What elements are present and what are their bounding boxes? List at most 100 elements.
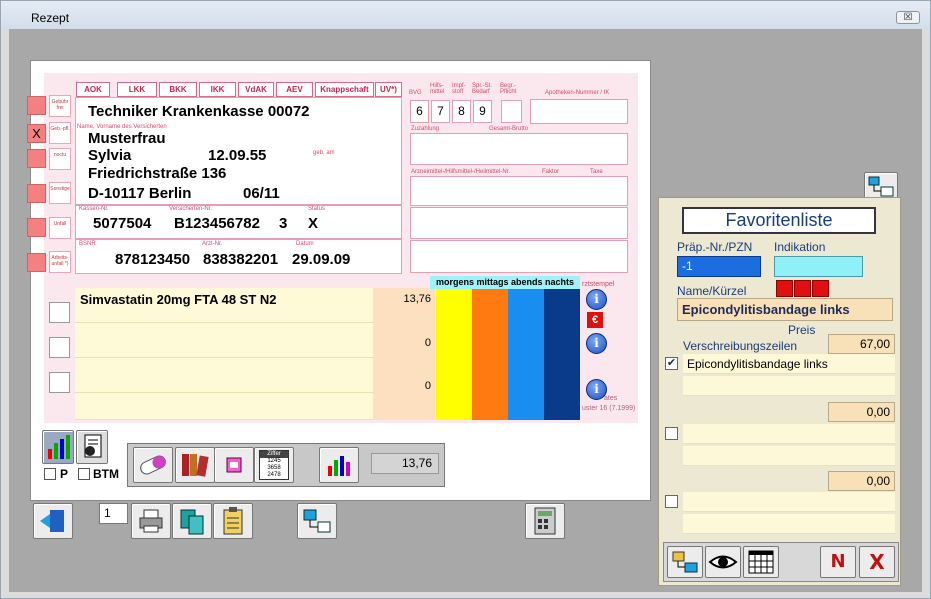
kassen-nr: 5077504	[93, 215, 152, 232]
fav-new-button[interactable]: N	[820, 546, 856, 578]
exit-button[interactable]	[33, 503, 73, 539]
favoriten-toggle-button[interactable]	[864, 172, 898, 200]
gebuehrfrei-checkbox[interactable]	[27, 96, 46, 115]
form-footer: uster 16 (7.1999)	[582, 405, 636, 412]
zeile-3-value[interactable]: 0,00	[828, 471, 895, 491]
med-check-2[interactable]	[49, 337, 70, 358]
zeile-1-text: Epicondylitisbandage links	[687, 357, 828, 371]
chart-toggle-button[interactable]	[42, 430, 74, 464]
name-kuerzel-label: Name/Kürzel	[677, 284, 747, 298]
arzt-nr-label: Arzt-Nr.	[202, 241, 223, 247]
fav-grid-button[interactable]	[743, 546, 779, 578]
clipboard-button[interactable]	[213, 503, 253, 539]
geb-pfl-checkbox[interactable]: X	[27, 124, 46, 143]
preis-value[interactable]: 67,00	[828, 334, 895, 354]
copies-input[interactable]: 1	[99, 503, 128, 524]
dosage-morgens-column[interactable]	[436, 289, 472, 420]
close-icon[interactable]: ☒	[896, 11, 920, 24]
info-icon-3[interactable]: i	[586, 379, 607, 400]
info-icon-2[interactable]: i	[586, 333, 607, 354]
fav-delete-button[interactable]: X	[859, 546, 895, 578]
gueltig-bis: 06/11	[243, 185, 280, 202]
ziffer-value-2: 3658	[267, 465, 281, 471]
pill-button[interactable]	[133, 447, 173, 483]
dosage-abends-column[interactable]	[508, 289, 544, 420]
bsnr: 878123450	[115, 251, 191, 268]
tab-aok: AOK	[76, 82, 110, 97]
status-number: 3	[279, 215, 288, 232]
zeile-3-checkbox[interactable]	[665, 495, 678, 508]
noctu-label: noctu	[49, 148, 71, 170]
indikation-input[interactable]	[774, 256, 863, 277]
red-marker-3[interactable]	[812, 280, 829, 297]
network-icon	[868, 176, 894, 197]
btm-checkbox[interactable]	[78, 468, 90, 480]
arznei-row-3	[410, 240, 628, 273]
fav-view-button[interactable]	[705, 546, 741, 578]
form-footer-2: ates	[604, 395, 618, 402]
preis-label: Preis	[788, 323, 816, 337]
zeile-2-value[interactable]: 0,00	[828, 402, 895, 422]
tab-lkk: LKK	[117, 82, 157, 97]
euro-icon[interactable]: €	[587, 312, 603, 328]
med-row-3[interactable]	[75, 358, 373, 393]
krankenkasse: Techniker Krankenkasse 00072	[88, 103, 310, 120]
praep-input[interactable]: -1	[677, 256, 761, 277]
zeile-1-checkbox[interactable]: ✔	[665, 357, 678, 370]
transfer-button[interactable]	[297, 503, 337, 539]
med-name-1: Simvastatin 20mg FTA 48 ST N2	[80, 292, 277, 307]
med-check-3[interactable]	[49, 372, 70, 393]
zeile-3-line-1[interactable]	[683, 492, 895, 512]
zeile-2-line-1[interactable]	[683, 424, 895, 444]
red-marker-2[interactable]	[794, 280, 811, 297]
ziffer-label: Ziffer	[260, 451, 288, 458]
red-marker-1[interactable]	[776, 280, 793, 297]
document-bug-button[interactable]	[76, 430, 108, 464]
dosage-mittags-column[interactable]	[472, 289, 508, 420]
zeile-3-line-2[interactable]	[683, 514, 895, 534]
ziffer-button[interactable]: Ziffer 1245 3658 2478	[254, 447, 294, 483]
network-icon	[672, 551, 698, 573]
apotheken-label: Apotheken-Nummer / IK	[545, 90, 610, 96]
zeile-1-line-2[interactable]	[683, 376, 895, 396]
tab-ikk: IKK	[199, 82, 236, 97]
arznei-row-1	[410, 176, 628, 206]
arznei-row-2	[410, 207, 628, 239]
zeile-2-line-2[interactable]	[683, 446, 895, 466]
med-row-2[interactable]	[75, 323, 373, 358]
name-kuerzel-input[interactable]: Epicondylitisbandage links	[677, 298, 893, 321]
printer-icon	[139, 509, 163, 533]
print-button[interactable]	[131, 503, 171, 539]
med-row-4[interactable]	[75, 393, 373, 420]
window-title: Rezept	[31, 11, 70, 25]
status-x: X	[308, 215, 319, 232]
zeile-2-checkbox[interactable]	[665, 427, 678, 440]
med-check-1[interactable]	[49, 302, 70, 323]
statistics-button[interactable]	[319, 447, 359, 483]
zeile-1-line-1[interactable]: Epicondylitisbandage links	[683, 354, 895, 374]
document-icon	[84, 434, 102, 458]
info-icon-1[interactable]: i	[586, 289, 607, 310]
btm-label: BTM	[93, 467, 119, 481]
p-label: P	[60, 467, 69, 481]
calculator-button[interactable]	[525, 503, 565, 539]
copy-button[interactable]	[172, 503, 212, 539]
datum-label: Datum	[296, 241, 314, 247]
books-button[interactable]	[175, 447, 215, 483]
status-label: Status	[308, 206, 326, 212]
eye-icon	[708, 555, 738, 569]
unfall-checkbox[interactable]	[27, 218, 46, 237]
arzneimittel-label: Arzneimittel-/Hilfsmittel-/Heilmittel-Nr…	[411, 169, 511, 175]
sonstige-checkbox[interactable]	[27, 184, 46, 203]
p-checkbox[interactable]	[44, 468, 56, 480]
arbeitsunfall-checkbox[interactable]	[27, 253, 46, 272]
pill-icon	[140, 455, 166, 475]
fav-transfer-button[interactable]	[667, 546, 703, 578]
dosage-nachts-column[interactable]	[544, 289, 580, 420]
network-icon	[303, 509, 331, 533]
bvg-label: BVG	[409, 90, 422, 96]
versicherten-nr-label: Versicherten-Nr.	[169, 206, 213, 212]
box-pflicht	[501, 100, 522, 123]
noctu-checkbox[interactable]	[27, 149, 46, 168]
box-button[interactable]	[214, 447, 254, 483]
